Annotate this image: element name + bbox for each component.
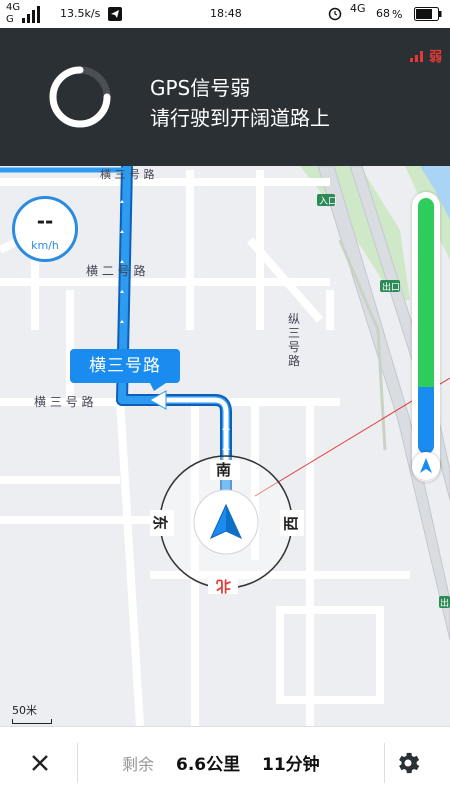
divider bbox=[384, 743, 385, 783]
current-road-callout: 横三号路 bbox=[70, 349, 180, 383]
progress-position-marker bbox=[412, 452, 440, 480]
battery-percent: 68 bbox=[376, 7, 390, 20]
speed-unit: km/h bbox=[31, 239, 59, 252]
close-icon bbox=[32, 755, 48, 771]
network-speed: 13.5k/s bbox=[60, 7, 101, 20]
remaining-distance: 6.6公里 bbox=[176, 755, 241, 775]
loading-spinner-icon bbox=[49, 66, 111, 128]
compass-east: 东 bbox=[151, 515, 169, 530]
road-label-heng3-top: 横 三 号 路 bbox=[100, 167, 155, 181]
exit-navigation-button[interactable] bbox=[18, 743, 62, 783]
entrance-badge: 入口 bbox=[319, 196, 337, 207]
callout-pointer bbox=[150, 383, 166, 391]
scale-bar bbox=[12, 719, 52, 724]
road-label-heng2: 横 二 号 路 bbox=[86, 263, 145, 278]
battery-percent-sign: % bbox=[392, 8, 402, 20]
compass-west: 西 bbox=[282, 516, 300, 531]
exit-badge: 出口 bbox=[382, 281, 400, 293]
car-position-icon bbox=[420, 458, 432, 473]
route-progress-bar bbox=[412, 192, 440, 482]
remaining-label: 剩余 bbox=[122, 755, 155, 774]
bottom-bar: 剩余 6.6公里 11分钟 bbox=[0, 726, 450, 800]
alarm-icon bbox=[328, 7, 342, 21]
divider bbox=[77, 743, 78, 783]
map-scale: 50米 bbox=[12, 702, 52, 724]
scale-label: 50米 bbox=[12, 704, 37, 717]
road-label-zong3: 纵三号路 bbox=[288, 312, 301, 368]
compass-south: 南 bbox=[216, 461, 231, 479]
banner-subtitle: 请行驶到开阔道路上 bbox=[150, 106, 330, 130]
speedometer: -- km/h bbox=[12, 196, 78, 262]
settings-button[interactable] bbox=[394, 743, 426, 783]
remaining-time: 11分钟 bbox=[262, 755, 320, 775]
network-type-1: 4G bbox=[6, 2, 21, 13]
road-label-heng3-left: 横 三 号 路 bbox=[34, 394, 93, 409]
compass-north: 北 bbox=[216, 577, 231, 595]
gps-warning-banner: GPS信号弱 请行驶到开阔道路上 弱 bbox=[0, 28, 450, 166]
exit-badge-2: 出 bbox=[440, 597, 449, 609]
clock: 18:48 bbox=[210, 7, 242, 20]
svg-text:%: % bbox=[392, 8, 402, 20]
speed-value: -- bbox=[36, 209, 54, 233]
network-type-2: G bbox=[6, 14, 14, 25]
signal-icon bbox=[22, 6, 40, 23]
progress-traveled bbox=[418, 387, 434, 454]
progress-remaining bbox=[418, 198, 434, 387]
weak-signal-icon bbox=[410, 51, 424, 62]
battery-icon bbox=[414, 7, 442, 21]
gear-icon bbox=[399, 752, 420, 774]
weak-signal-badge: 弱 bbox=[410, 46, 442, 65]
status-bar: 4G G 13.5k/s 18:48 4G 68 % bbox=[0, 0, 450, 28]
telegram-icon bbox=[108, 7, 122, 21]
banner-title: GPS信号弱 bbox=[150, 76, 251, 100]
weak-signal-text: 弱 bbox=[428, 50, 442, 65]
network-type-3: 4G bbox=[350, 2, 366, 15]
